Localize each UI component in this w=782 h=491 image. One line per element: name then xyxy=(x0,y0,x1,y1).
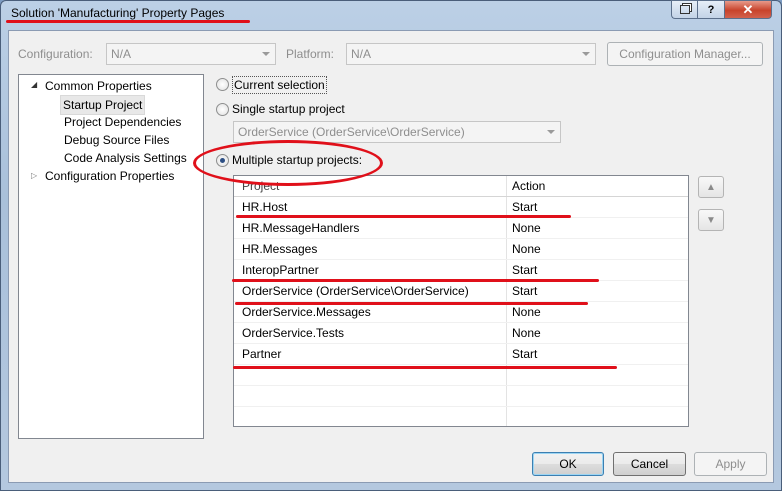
current-selection-radio[interactable] xyxy=(216,78,229,91)
annotation-underline xyxy=(233,366,617,369)
tree-item-common-properties[interactable]: Common Properties xyxy=(45,77,152,95)
column-divider xyxy=(506,302,507,322)
action-cell[interactable]: None xyxy=(512,323,541,343)
configuration-label: Configuration: xyxy=(18,47,93,61)
table-row[interactable]: OrderService (OrderService\OrderService)… xyxy=(234,281,688,302)
single-startup-radio[interactable] xyxy=(216,103,229,116)
move-up-button[interactable]: ▲ xyxy=(698,176,724,198)
apply-button[interactable]: Apply xyxy=(694,452,767,476)
column-divider xyxy=(506,407,507,426)
column-divider xyxy=(506,218,507,238)
chevron-down-icon xyxy=(262,52,270,56)
project-cell: OrderService (OrderService\OrderService) xyxy=(242,284,469,298)
table-row[interactable]: HR.Messages None xyxy=(234,239,688,260)
empty-row xyxy=(234,386,688,407)
tree-item-configuration-properties[interactable]: Configuration Properties xyxy=(45,167,174,185)
column-divider xyxy=(506,281,507,301)
ok-button[interactable]: OK xyxy=(532,452,604,476)
annotation-ellipse xyxy=(193,140,383,186)
column-divider xyxy=(506,239,507,259)
platform-label: Platform: xyxy=(286,47,335,61)
column-divider xyxy=(506,323,507,343)
configuration-select[interactable]: N/A xyxy=(106,43,276,65)
column-header-action[interactable]: Action xyxy=(512,176,545,196)
table-row[interactable]: OrderService.Tests None xyxy=(234,323,688,344)
platform-select[interactable]: N/A xyxy=(346,43,596,65)
column-divider xyxy=(506,386,507,406)
table-row[interactable]: Partner Start xyxy=(234,344,688,365)
project-cell: Partner xyxy=(242,347,282,361)
help-icon: ? xyxy=(707,3,715,16)
project-cell: OrderService.Tests xyxy=(242,326,345,340)
column-divider xyxy=(506,344,507,364)
restore-icon xyxy=(679,5,690,14)
tree-item-project-dependencies[interactable]: Project Dependencies xyxy=(64,113,181,131)
startup-projects-grid[interactable]: Project Action HR.Host Start HR.MessageHa… xyxy=(233,175,689,427)
close-icon: ✕ xyxy=(742,1,754,17)
current-selection-label[interactable]: Current selection xyxy=(232,76,327,94)
configuration-value: N/A xyxy=(111,47,132,61)
tree-item-code-analysis-settings[interactable]: Code Analysis Settings xyxy=(64,149,187,167)
help-button[interactable]: ? xyxy=(697,0,724,19)
chevron-down-icon xyxy=(582,52,590,56)
chevron-down-icon xyxy=(547,130,555,134)
restore-button[interactable] xyxy=(671,0,697,19)
expand-triangle-icon[interactable]: ▷ xyxy=(31,171,37,180)
arrow-down-icon: ▼ xyxy=(706,214,716,226)
project-cell: HR.Host xyxy=(242,200,288,214)
column-divider xyxy=(506,197,507,217)
action-cell[interactable]: Start xyxy=(512,281,537,301)
property-tree[interactable]: ◢ Common Properties Startup Project Proj… xyxy=(18,74,204,439)
annotation-underline xyxy=(235,302,588,305)
tree-item-startup-project[interactable]: Startup Project xyxy=(60,95,146,115)
single-startup-value: OrderService (OrderService\OrderService) xyxy=(238,125,465,139)
table-row[interactable]: HR.MessageHandlers None xyxy=(234,218,688,239)
title-annotation-underline xyxy=(6,20,250,23)
action-cell[interactable]: Start xyxy=(512,197,537,217)
annotation-underline xyxy=(232,279,599,282)
action-cell[interactable]: Start xyxy=(512,260,537,280)
collapse-triangle-icon[interactable]: ◢ xyxy=(31,80,37,89)
action-cell[interactable]: None xyxy=(512,218,541,238)
action-cell[interactable]: None xyxy=(512,239,541,259)
cancel-button[interactable]: Cancel xyxy=(613,452,686,476)
column-divider xyxy=(506,260,507,280)
project-cell: HR.Messages xyxy=(242,242,318,256)
table-row[interactable]: InteropPartner Start xyxy=(234,260,688,281)
arrow-up-icon: ▲ xyxy=(706,181,716,193)
single-startup-label[interactable]: Single startup project xyxy=(232,101,345,117)
move-down-button[interactable]: ▼ xyxy=(698,209,724,231)
configuration-manager-button[interactable]: Configuration Manager... xyxy=(607,42,763,66)
annotation-underline xyxy=(236,215,571,218)
tree-item-debug-source-files[interactable]: Debug Source Files xyxy=(64,131,169,149)
platform-value: N/A xyxy=(351,47,372,61)
empty-row xyxy=(234,407,688,426)
action-cell[interactable]: None xyxy=(512,302,541,322)
column-divider xyxy=(506,176,507,196)
project-cell: InteropPartner xyxy=(242,263,319,277)
action-cell[interactable]: Start xyxy=(512,344,537,364)
table-row[interactable]: OrderService.Messages None xyxy=(234,302,688,323)
close-button[interactable]: ✕ xyxy=(724,0,772,19)
project-cell: HR.MessageHandlers xyxy=(242,221,360,235)
project-cell: OrderService.Messages xyxy=(242,305,371,319)
